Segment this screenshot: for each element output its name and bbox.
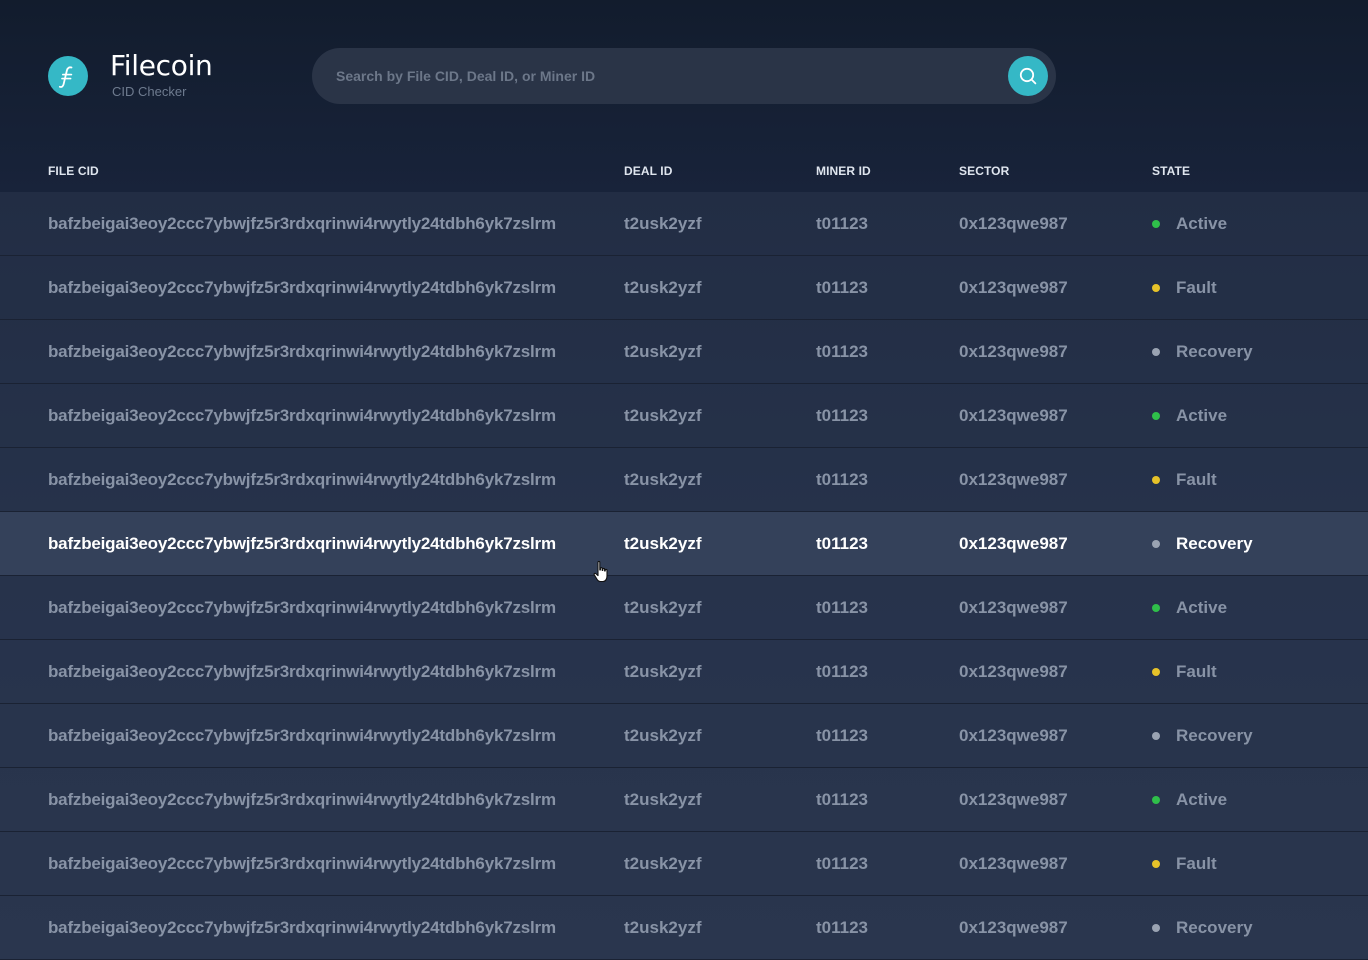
file-cid-cell: bafzbeigai3eoy2ccc7ybwjfz5r3rdxqrinwi4rw… bbox=[48, 598, 556, 617]
file-cid-cell: bafzbeigai3eoy2ccc7ybwjfz5r3rdxqrinwi4rw… bbox=[48, 278, 556, 297]
column-header-sector[interactable]: SECTOR bbox=[959, 164, 1009, 178]
search-input[interactable] bbox=[336, 48, 996, 104]
sector-cell: 0x123qwe987 bbox=[959, 598, 1068, 617]
table-row[interactable]: bafzbeigai3eoy2ccc7ybwjfz5r3rdxqrinwi4rw… bbox=[0, 320, 1368, 384]
state-indicator-dot bbox=[1152, 284, 1160, 292]
state-indicator-dot bbox=[1152, 796, 1160, 804]
deal-id-cell: t2usk2yzf bbox=[624, 406, 702, 425]
miner-id-cell: t01123 bbox=[816, 854, 868, 873]
deal-id-cell: t2usk2yzf bbox=[624, 214, 702, 233]
state-indicator-dot bbox=[1152, 604, 1160, 612]
filecoin-logo-icon bbox=[48, 56, 88, 96]
state-indicator-dot bbox=[1152, 668, 1160, 676]
deal-id-cell: t2usk2yzf bbox=[624, 726, 702, 745]
state-cell: Fault bbox=[1176, 854, 1217, 873]
deal-id-cell: t2usk2yzf bbox=[624, 470, 702, 489]
miner-id-cell: t01123 bbox=[816, 790, 868, 809]
deal-id-cell: t2usk2yzf bbox=[624, 790, 702, 809]
file-cid-cell: bafzbeigai3eoy2ccc7ybwjfz5r3rdxqrinwi4rw… bbox=[48, 214, 556, 233]
state-cell: Recovery bbox=[1176, 534, 1253, 553]
table-row[interactable]: bafzbeigai3eoy2ccc7ybwjfz5r3rdxqrinwi4rw… bbox=[0, 448, 1368, 512]
brand-subtitle: CID Checker bbox=[112, 84, 187, 99]
state-cell: Active bbox=[1176, 406, 1228, 425]
state-cell: Active bbox=[1176, 214, 1228, 233]
state-indicator-dot bbox=[1152, 860, 1160, 868]
deal-id-cell: t2usk2yzf bbox=[624, 342, 702, 361]
sector-cell: 0x123qwe987 bbox=[959, 918, 1068, 937]
file-cid-cell: bafzbeigai3eoy2ccc7ybwjfz5r3rdxqrinwi4rw… bbox=[48, 534, 556, 553]
sector-cell: 0x123qwe987 bbox=[959, 790, 1068, 809]
state-indicator-dot bbox=[1152, 412, 1160, 420]
state-cell: Fault bbox=[1176, 278, 1217, 297]
file-cid-cell: bafzbeigai3eoy2ccc7ybwjfz5r3rdxqrinwi4rw… bbox=[48, 662, 556, 681]
state-indicator-dot bbox=[1152, 348, 1160, 356]
miner-id-cell: t01123 bbox=[816, 598, 868, 617]
deal-id-cell: t2usk2yzf bbox=[624, 278, 702, 297]
sector-cell: 0x123qwe987 bbox=[959, 278, 1068, 297]
table-row[interactable]: bafzbeigai3eoy2ccc7ybwjfz5r3rdxqrinwi4rw… bbox=[0, 384, 1368, 448]
state-indicator-dot bbox=[1152, 476, 1160, 484]
sector-cell: 0x123qwe987 bbox=[959, 342, 1068, 361]
deal-id-cell: t2usk2yzf bbox=[624, 662, 702, 681]
search-button[interactable] bbox=[1008, 56, 1048, 96]
sector-cell: 0x123qwe987 bbox=[959, 854, 1068, 873]
state-cell: Fault bbox=[1176, 662, 1217, 681]
state-indicator-dot bbox=[1152, 220, 1160, 228]
table-row[interactable]: bafzbeigai3eoy2ccc7ybwjfz5r3rdxqrinwi4rw… bbox=[0, 640, 1368, 704]
state-cell: Recovery bbox=[1176, 342, 1253, 361]
deal-id-cell: t2usk2yzf bbox=[624, 598, 702, 617]
sector-cell: 0x123qwe987 bbox=[959, 214, 1068, 233]
state-indicator-dot bbox=[1152, 924, 1160, 932]
deal-id-cell: t2usk2yzf bbox=[624, 534, 702, 553]
table-row[interactable]: bafzbeigai3eoy2ccc7ybwjfz5r3rdxqrinwi4rw… bbox=[0, 896, 1368, 960]
table-row[interactable]: bafzbeigai3eoy2ccc7ybwjfz5r3rdxqrinwi4rw… bbox=[0, 576, 1368, 640]
app-header: Filecoin CID Checker bbox=[0, 0, 1368, 150]
brand-name: Filecoin bbox=[110, 49, 213, 82]
table-row[interactable]: bafzbeigai3eoy2ccc7ybwjfz5r3rdxqrinwi4rw… bbox=[0, 256, 1368, 320]
state-cell: Active bbox=[1176, 598, 1228, 617]
file-cid-cell: bafzbeigai3eoy2ccc7ybwjfz5r3rdxqrinwi4rw… bbox=[48, 790, 556, 809]
sector-cell: 0x123qwe987 bbox=[959, 726, 1068, 745]
table-row[interactable]: bafzbeigai3eoy2ccc7ybwjfz5r3rdxqrinwi4rw… bbox=[0, 512, 1368, 576]
miner-id-cell: t01123 bbox=[816, 470, 868, 489]
search-icon bbox=[1019, 67, 1037, 85]
table-row[interactable]: bafzbeigai3eoy2ccc7ybwjfz5r3rdxqrinwi4rw… bbox=[0, 768, 1368, 832]
sector-cell: 0x123qwe987 bbox=[959, 406, 1068, 425]
miner-id-cell: t01123 bbox=[816, 918, 868, 937]
sector-cell: 0x123qwe987 bbox=[959, 534, 1068, 553]
miner-id-cell: t01123 bbox=[816, 342, 868, 361]
column-header-miner-id[interactable]: MINER ID bbox=[816, 164, 871, 178]
miner-id-cell: t01123 bbox=[816, 278, 868, 297]
column-header-deal-id[interactable]: DEAL ID bbox=[624, 164, 672, 178]
miner-id-cell: t01123 bbox=[816, 534, 868, 553]
deal-id-cell: t2usk2yzf bbox=[624, 918, 702, 937]
state-cell: Fault bbox=[1176, 470, 1217, 489]
table-row[interactable]: bafzbeigai3eoy2ccc7ybwjfz5r3rdxqrinwi4rw… bbox=[0, 704, 1368, 768]
sector-cell: 0x123qwe987 bbox=[959, 470, 1068, 489]
miner-id-cell: t01123 bbox=[816, 214, 868, 233]
miner-id-cell: t01123 bbox=[816, 406, 868, 425]
file-cid-cell: bafzbeigai3eoy2ccc7ybwjfz5r3rdxqrinwi4rw… bbox=[48, 918, 556, 937]
miner-id-cell: t01123 bbox=[816, 662, 868, 681]
deal-id-cell: t2usk2yzf bbox=[624, 854, 702, 873]
file-cid-cell: bafzbeigai3eoy2ccc7ybwjfz5r3rdxqrinwi4rw… bbox=[48, 406, 556, 425]
file-cid-cell: bafzbeigai3eoy2ccc7ybwjfz5r3rdxqrinwi4rw… bbox=[48, 342, 556, 361]
file-cid-cell: bafzbeigai3eoy2ccc7ybwjfz5r3rdxqrinwi4rw… bbox=[48, 726, 556, 745]
state-indicator-dot bbox=[1152, 540, 1160, 548]
table-row[interactable]: bafzbeigai3eoy2ccc7ybwjfz5r3rdxqrinwi4rw… bbox=[0, 192, 1368, 256]
miner-id-cell: t01123 bbox=[816, 726, 868, 745]
search-bar bbox=[312, 48, 1056, 104]
column-header-state[interactable]: STATE bbox=[1152, 164, 1190, 178]
sector-cell: 0x123qwe987 bbox=[959, 662, 1068, 681]
state-cell: Recovery bbox=[1176, 918, 1253, 937]
state-cell: Active bbox=[1176, 790, 1228, 809]
file-cid-cell: bafzbeigai3eoy2ccc7ybwjfz5r3rdxqrinwi4rw… bbox=[48, 470, 556, 489]
table-header: FILE CID DEAL ID MINER ID SECTOR STATE bbox=[0, 160, 1368, 184]
state-cell: Recovery bbox=[1176, 726, 1253, 745]
state-indicator-dot bbox=[1152, 732, 1160, 740]
file-cid-cell: bafzbeigai3eoy2ccc7ybwjfz5r3rdxqrinwi4rw… bbox=[48, 854, 556, 873]
table-row[interactable]: bafzbeigai3eoy2ccc7ybwjfz5r3rdxqrinwi4rw… bbox=[0, 832, 1368, 896]
column-header-file-cid[interactable]: FILE CID bbox=[48, 164, 99, 178]
table-body: bafzbeigai3eoy2ccc7ybwjfz5r3rdxqrinwi4rw… bbox=[0, 192, 1368, 960]
